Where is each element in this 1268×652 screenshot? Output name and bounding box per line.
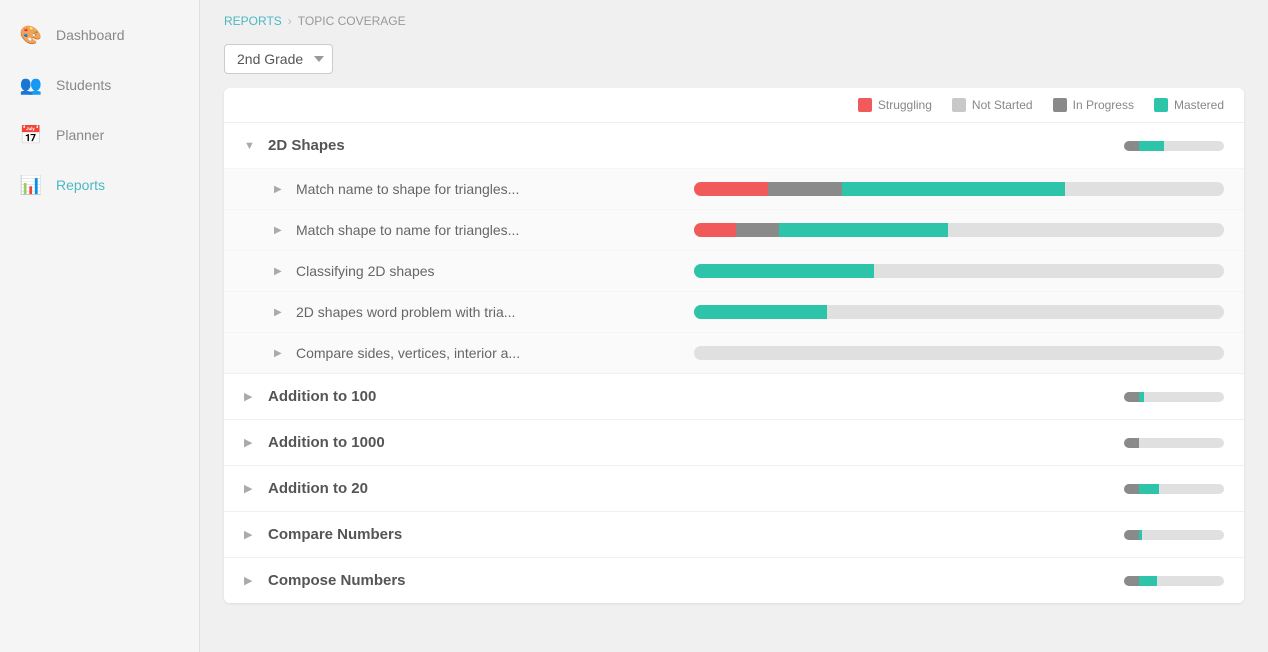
reports-icon: 📊	[20, 174, 42, 196]
subtopic-row-match_name_triangles: ▶ Match name to shape for triangles...	[224, 168, 1244, 209]
topic-bar-compose_numbers	[1124, 576, 1224, 586]
legend-dot-in_progress	[1053, 98, 1067, 112]
legend-label-in_progress: In Progress	[1073, 98, 1134, 112]
planner-icon: 📅	[20, 124, 42, 146]
grade-selector-wrap: 1st Grade2nd Grade3rd Grade4th Grade5th …	[200, 38, 1268, 88]
breadcrumb: REPORTS › TOPIC COVERAGE	[200, 0, 1268, 38]
sidebar-item-planner[interactable]: 📅 Planner	[0, 110, 199, 160]
dashboard-icon: 🎨	[20, 24, 42, 46]
main-content: REPORTS › TOPIC COVERAGE 1st Grade2nd Gr…	[200, 0, 1268, 652]
subtopic-header-word_problem[interactable]: ▶ 2D shapes word problem with tria...	[224, 292, 1244, 332]
subtopic-bar-match_name_triangles	[694, 182, 1224, 196]
expand-icon-addition_20: ▶	[244, 482, 258, 495]
subtopic-bar-classifying_2d	[694, 264, 1224, 278]
breadcrumb-reports-link[interactable]: REPORTS	[224, 14, 282, 28]
legend-dot-struggling	[858, 98, 872, 112]
sidebar-label-reports: Reports	[56, 177, 105, 193]
sidebar-label-planner: Planner	[56, 127, 104, 143]
legend-dot-mastered	[1154, 98, 1168, 112]
topic-name-addition_100: Addition to 100	[268, 388, 1114, 405]
topic-bar-compare_numbers	[1124, 530, 1224, 540]
expand-icon-compose_numbers: ▶	[244, 574, 258, 587]
legend-dot-not_started	[952, 98, 966, 112]
subtopic-header-compare_sides[interactable]: ▶ Compare sides, vertices, interior a...	[224, 333, 1244, 373]
legend-row: Struggling Not Started In Progress Maste…	[224, 88, 1244, 123]
sidebar-label-dashboard: Dashboard	[56, 27, 125, 43]
legend-item-in_progress: In Progress	[1053, 98, 1134, 112]
topic-table: Struggling Not Started In Progress Maste…	[224, 88, 1244, 603]
sidebar-item-dashboard[interactable]: 🎨 Dashboard	[0, 10, 199, 60]
sidebar-item-students[interactable]: 👥 Students	[0, 60, 199, 110]
legend-label-struggling: Struggling	[878, 98, 932, 112]
topic-header-2d_shapes[interactable]: ▼ 2D Shapes	[224, 123, 1244, 168]
expand-icon-2d_shapes: ▼	[244, 140, 258, 152]
subtopic-row-word_problem: ▶ 2D shapes word problem with tria...	[224, 291, 1244, 332]
topic-name-compose_numbers: Compose Numbers	[268, 572, 1114, 589]
students-icon: 👥	[20, 74, 42, 96]
sidebar: 🎨 Dashboard 👥 Students 📅 Planner 📊 Repor…	[0, 0, 200, 652]
expand-icon-addition_100: ▶	[244, 390, 258, 403]
subtopic-expand-icon-compare_sides: ▶	[274, 348, 286, 359]
subtopic-bar-compare_sides	[694, 346, 1224, 360]
topic-bar-addition_1000	[1124, 438, 1224, 448]
legend-item-mastered: Mastered	[1154, 98, 1224, 112]
subtopic-name-word_problem: 2D shapes word problem with tria...	[296, 304, 684, 320]
expand-icon-compare_numbers: ▶	[244, 528, 258, 541]
legend-label-mastered: Mastered	[1174, 98, 1224, 112]
subtopic-header-match_name_triangles[interactable]: ▶ Match name to shape for triangles...	[224, 169, 1244, 209]
legend-item-struggling: Struggling	[858, 98, 932, 112]
breadcrumb-current: TOPIC COVERAGE	[298, 14, 406, 28]
legend-item-not_started: Not Started	[952, 98, 1033, 112]
subtopic-row-compare_sides: ▶ Compare sides, vertices, interior a...	[224, 332, 1244, 373]
sidebar-item-reports[interactable]: 📊 Reports	[0, 160, 199, 210]
topic-row-addition_20: ▶ Addition to 20	[224, 466, 1244, 512]
subtopic-name-match_shape_triangles: Match shape to name for triangles...	[296, 222, 684, 238]
breadcrumb-separator: ›	[288, 14, 292, 28]
topic-header-compare_numbers[interactable]: ▶ Compare Numbers	[224, 512, 1244, 557]
subtopic-row-classifying_2d: ▶ Classifying 2D shapes	[224, 250, 1244, 291]
subtopic-header-classifying_2d[interactable]: ▶ Classifying 2D shapes	[224, 251, 1244, 291]
topic-header-addition_20[interactable]: ▶ Addition to 20	[224, 466, 1244, 511]
topic-bar-2d_shapes	[1124, 141, 1224, 151]
subtopic-name-classifying_2d: Classifying 2D shapes	[296, 263, 684, 279]
subtopic-name-match_name_triangles: Match name to shape for triangles...	[296, 181, 684, 197]
subtopic-expand-icon-classifying_2d: ▶	[274, 266, 286, 277]
subtopic-expand-icon-word_problem: ▶	[274, 307, 286, 318]
topic-name-addition_1000: Addition to 1000	[268, 434, 1114, 451]
subtopic-row-match_shape_triangles: ▶ Match shape to name for triangles...	[224, 209, 1244, 250]
subtopic-name-compare_sides: Compare sides, vertices, interior a...	[296, 345, 684, 361]
topic-row-compose_numbers: ▶ Compose Numbers	[224, 558, 1244, 603]
topic-row-compare_numbers: ▶ Compare Numbers	[224, 512, 1244, 558]
grade-select[interactable]: 1st Grade2nd Grade3rd Grade4th Grade5th …	[224, 44, 333, 74]
topic-header-addition_1000[interactable]: ▶ Addition to 1000	[224, 420, 1244, 465]
topic-row-addition_100: ▶ Addition to 100	[224, 374, 1244, 420]
subtopic-header-match_shape_triangles[interactable]: ▶ Match shape to name for triangles...	[224, 210, 1244, 250]
topic-bar-addition_20	[1124, 484, 1224, 494]
subtopic-bar-word_problem	[694, 305, 1224, 319]
topic-row-2d_shapes: ▼ 2D Shapes ▶ Match name to shape for trian…	[224, 123, 1244, 374]
topic-name-addition_20: Addition to 20	[268, 480, 1114, 497]
sidebar-label-students: Students	[56, 77, 111, 93]
subtopic-bar-match_shape_triangles	[694, 223, 1224, 237]
expand-icon-addition_1000: ▶	[244, 436, 258, 449]
topic-row-addition_1000: ▶ Addition to 1000	[224, 420, 1244, 466]
topic-name-compare_numbers: Compare Numbers	[268, 526, 1114, 543]
topic-bar-addition_100	[1124, 392, 1224, 402]
topic-header-addition_100[interactable]: ▶ Addition to 100	[224, 374, 1244, 419]
topic-content: Struggling Not Started In Progress Maste…	[200, 88, 1268, 652]
subtopic-expand-icon-match_name_triangles: ▶	[274, 184, 286, 195]
topic-header-compose_numbers[interactable]: ▶ Compose Numbers	[224, 558, 1244, 603]
legend-label-not_started: Not Started	[972, 98, 1033, 112]
topics-container: ▼ 2D Shapes ▶ Match name to shape for trian…	[224, 123, 1244, 603]
topic-name-2d_shapes: 2D Shapes	[268, 137, 1114, 154]
subtopic-expand-icon-match_shape_triangles: ▶	[274, 225, 286, 236]
